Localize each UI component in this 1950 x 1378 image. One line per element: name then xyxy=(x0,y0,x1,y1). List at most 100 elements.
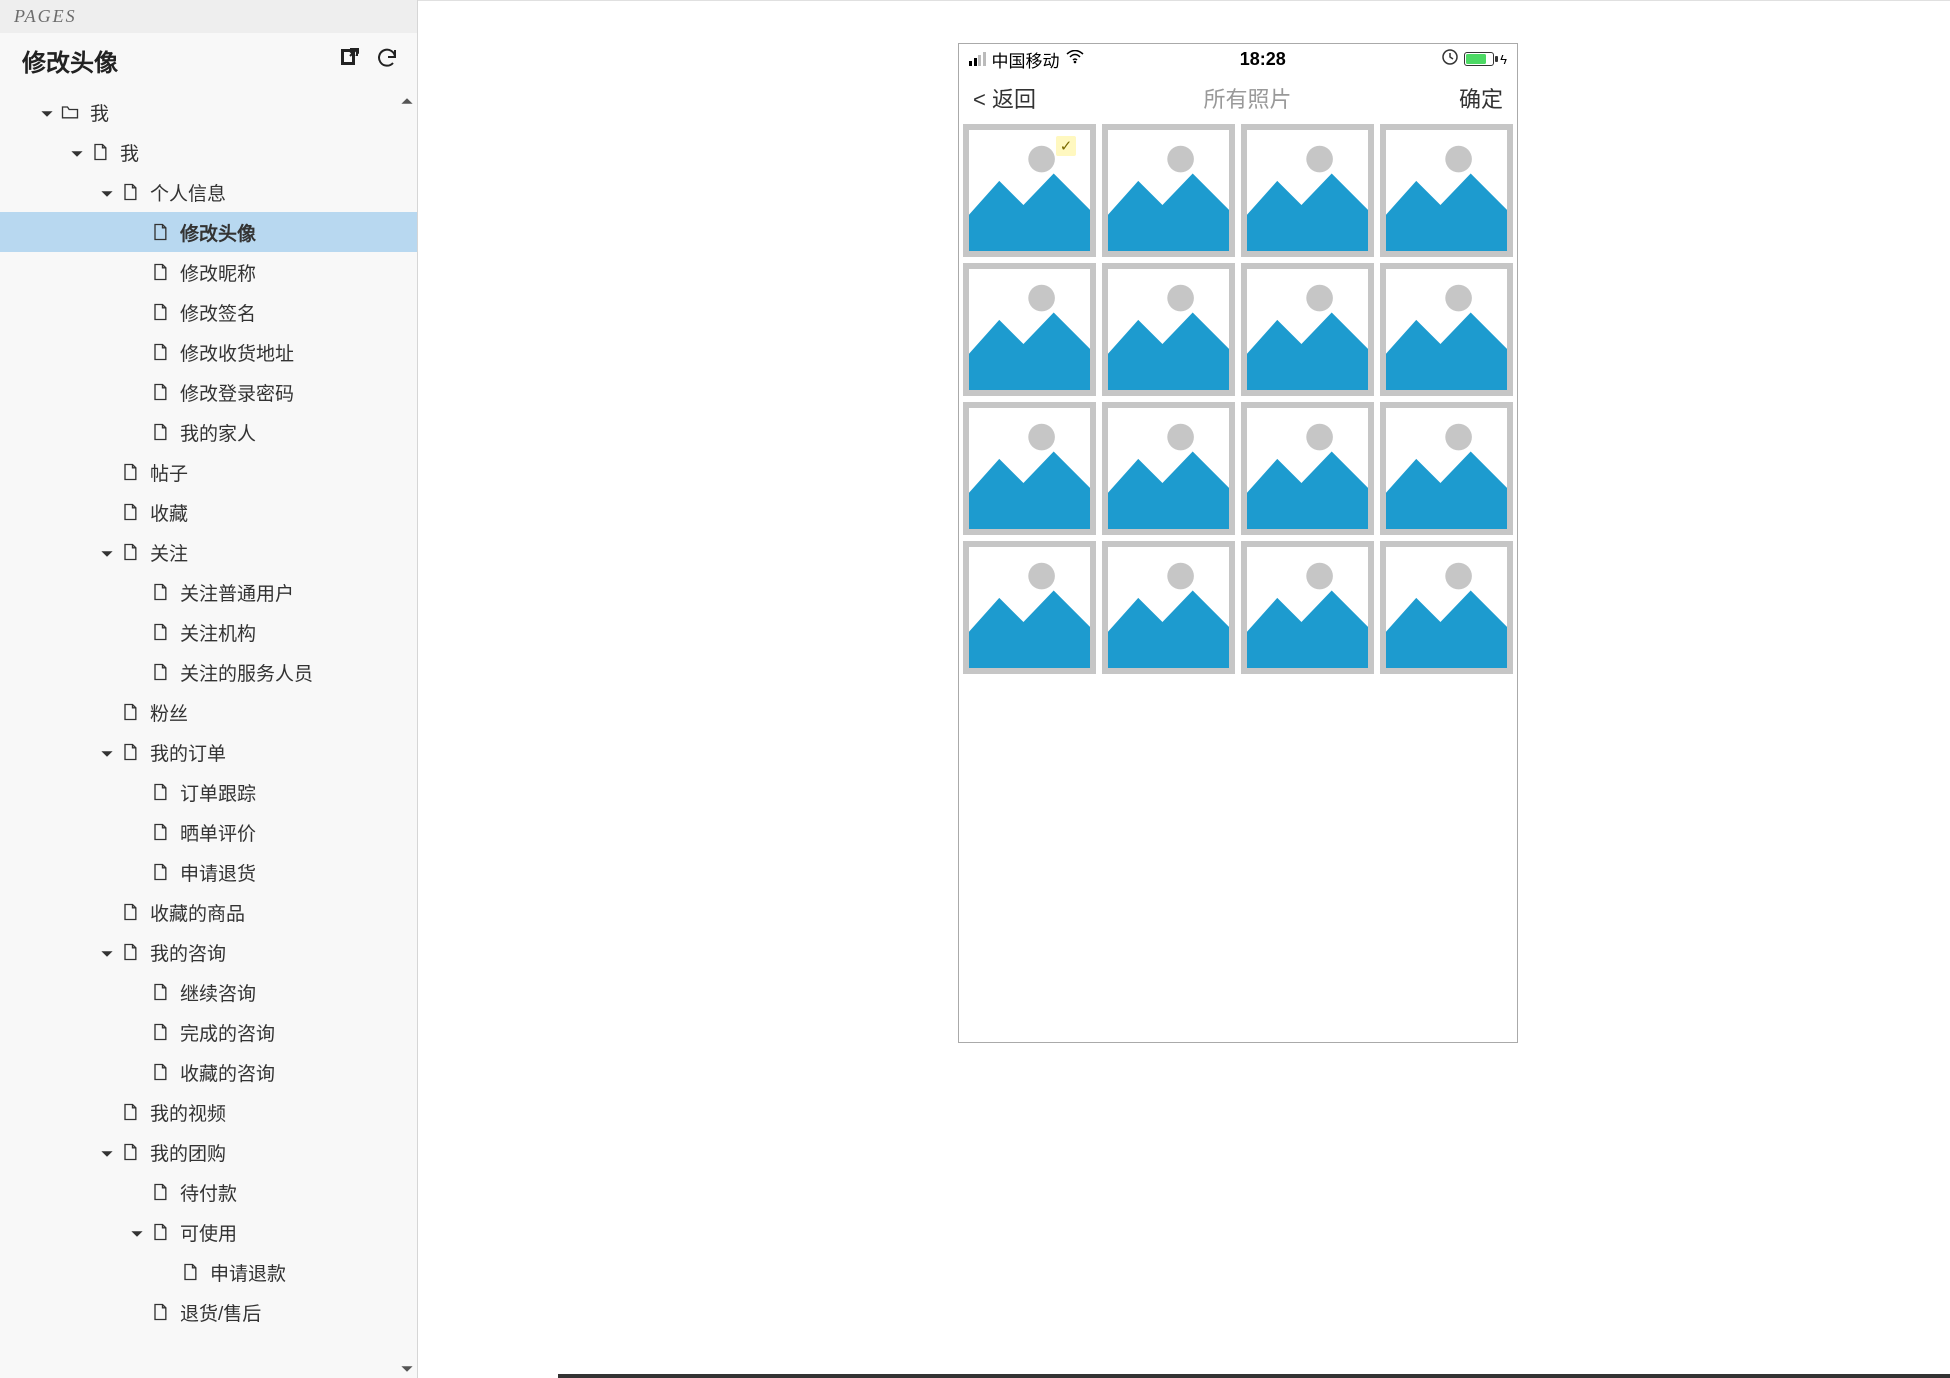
confirm-button[interactable]: 确定 xyxy=(1459,82,1503,114)
tree-item[interactable]: 我的家人 xyxy=(0,412,417,452)
wifi-icon xyxy=(1066,49,1084,69)
tree-item-label: 关注的服务人员 xyxy=(180,659,313,686)
scroll-up-icon[interactable] xyxy=(400,94,414,108)
status-time: 18:28 xyxy=(1240,49,1286,70)
expand-arrow-icon[interactable] xyxy=(100,545,114,559)
tree-item[interactable]: 我 xyxy=(0,92,417,132)
photo-thumbnail[interactable] xyxy=(1380,263,1513,396)
page-icon xyxy=(150,822,170,842)
tree-item[interactable]: 个人信息 xyxy=(0,172,417,212)
tree-item-label: 申请退货 xyxy=(180,859,256,886)
photo-thumbnail[interactable] xyxy=(1102,263,1235,396)
photo-thumbnail[interactable] xyxy=(963,402,1096,535)
photo-thumbnail[interactable] xyxy=(1380,124,1513,257)
photo-thumbnail[interactable] xyxy=(963,263,1096,396)
photo-thumbnail[interactable] xyxy=(963,541,1096,674)
page-icon xyxy=(120,502,140,522)
tree-item-label: 关注机构 xyxy=(180,619,256,646)
tree-item-label: 我的视频 xyxy=(150,1099,226,1126)
photo-thumbnail[interactable] xyxy=(1241,263,1374,396)
tree-item[interactable]: 我的咨询 xyxy=(0,932,417,972)
page-icon xyxy=(120,182,140,202)
tree-item-label: 我的家人 xyxy=(180,419,256,446)
photo-thumbnail[interactable] xyxy=(1102,124,1235,257)
photo-thumbnail[interactable] xyxy=(1241,124,1374,257)
tree-item-label: 完成的咨询 xyxy=(180,1019,275,1046)
carrier-label: 中国移动 xyxy=(992,47,1060,72)
photo-thumbnail[interactable] xyxy=(1102,402,1235,535)
back-button[interactable]: < 返回 xyxy=(973,82,1036,114)
photo-grid: ✓ xyxy=(959,122,1517,676)
expand-arrow-icon[interactable] xyxy=(100,1145,114,1159)
tree-item[interactable]: 关注普通用户 xyxy=(0,572,417,612)
tree-item-label: 修改登录密码 xyxy=(180,379,294,406)
page-icon xyxy=(150,382,170,402)
refresh-icon[interactable] xyxy=(375,46,399,75)
tree-item-label: 收藏的商品 xyxy=(150,899,245,926)
tree-item-label: 待付款 xyxy=(180,1179,237,1206)
tree-item[interactable]: 我 xyxy=(0,132,417,172)
tree-item[interactable]: 修改头像 xyxy=(0,212,417,252)
tree-item[interactable]: 可使用 xyxy=(0,1212,417,1252)
tree-item[interactable]: 申请退款 xyxy=(0,1252,417,1292)
tree-item[interactable]: 修改签名 xyxy=(0,292,417,332)
tree-item[interactable]: 申请退货 xyxy=(0,852,417,892)
tree-item[interactable]: 待付款 xyxy=(0,1172,417,1212)
nav-title: 所有照片 xyxy=(1203,82,1291,114)
expand-arrow-icon[interactable] xyxy=(130,1225,144,1239)
page-icon xyxy=(180,1262,200,1282)
tree-item[interactable]: 修改收货地址 xyxy=(0,332,417,372)
tree-item[interactable]: 关注的服务人员 xyxy=(0,652,417,692)
tree-item-label: 粉丝 xyxy=(150,699,188,726)
tree-item[interactable]: 收藏的咨询 xyxy=(0,1052,417,1092)
tree-item[interactable]: 我的订单 xyxy=(0,732,417,772)
tree-item[interactable]: 我的团购 xyxy=(0,1132,417,1172)
tree-item-label: 我的团购 xyxy=(150,1139,226,1166)
expand-arrow-icon[interactable] xyxy=(40,105,54,119)
share-icon[interactable] xyxy=(337,46,361,75)
tree-item[interactable]: 收藏的商品 xyxy=(0,892,417,932)
photo-thumbnail[interactable] xyxy=(1380,402,1513,535)
pages-tree[interactable]: 我我个人信息修改头像修改昵称修改签名修改收货地址修改登录密码我的家人帖子收藏关注… xyxy=(0,92,417,1378)
page-title-row: 修改头像 xyxy=(0,33,417,92)
tree-item-label: 修改收货地址 xyxy=(180,339,294,366)
page-icon xyxy=(150,302,170,322)
photo-thumbnail[interactable] xyxy=(1380,541,1513,674)
page-icon xyxy=(150,782,170,802)
photo-thumbnail[interactable] xyxy=(1241,402,1374,535)
tree-item[interactable]: 修改登录密码 xyxy=(0,372,417,412)
photo-thumbnail[interactable] xyxy=(1241,541,1374,674)
tree-item[interactable]: 帖子 xyxy=(0,452,417,492)
tree-item[interactable]: 我的视频 xyxy=(0,1092,417,1132)
page-icon xyxy=(120,542,140,562)
tree-item-label: 关注普通用户 xyxy=(180,579,294,606)
expand-arrow-icon[interactable] xyxy=(100,185,114,199)
photo-thumbnail[interactable] xyxy=(1102,541,1235,674)
tree-item[interactable]: 关注机构 xyxy=(0,612,417,652)
tree-item[interactable]: 粉丝 xyxy=(0,692,417,732)
page-icon xyxy=(120,462,140,482)
tree-item[interactable]: 收藏 xyxy=(0,492,417,532)
expand-arrow-icon[interactable] xyxy=(100,945,114,959)
tree-item[interactable]: 完成的咨询 xyxy=(0,1012,417,1052)
tree-item[interactable]: 关注 xyxy=(0,532,417,572)
status-bar: 中国移动 18:28 ϟ xyxy=(959,44,1517,74)
page-icon xyxy=(120,742,140,762)
page-icon xyxy=(150,1022,170,1042)
page-icon xyxy=(150,222,170,242)
tree-item[interactable]: 订单跟踪 xyxy=(0,772,417,812)
tree-item[interactable]: 晒单评价 xyxy=(0,812,417,852)
panel-header: PAGES xyxy=(0,0,417,33)
tree-item[interactable]: 继续咨询 xyxy=(0,972,417,1012)
tree-item[interactable]: 修改昵称 xyxy=(0,252,417,292)
phone-mockup: 中国移动 18:28 ϟ < 返回 所有照片 确定 ✓ xyxy=(958,43,1518,1043)
page-icon xyxy=(150,622,170,642)
tree-item-label: 收藏 xyxy=(150,499,188,526)
tree-item-label: 我的咨询 xyxy=(150,939,226,966)
expand-arrow-icon[interactable] xyxy=(70,145,84,159)
tree-item[interactable]: 退货/售后 xyxy=(0,1292,417,1332)
photo-thumbnail[interactable]: ✓ xyxy=(963,124,1096,257)
tree-item-label: 修改签名 xyxy=(180,299,256,326)
expand-arrow-icon[interactable] xyxy=(100,745,114,759)
page-icon xyxy=(120,1102,140,1122)
